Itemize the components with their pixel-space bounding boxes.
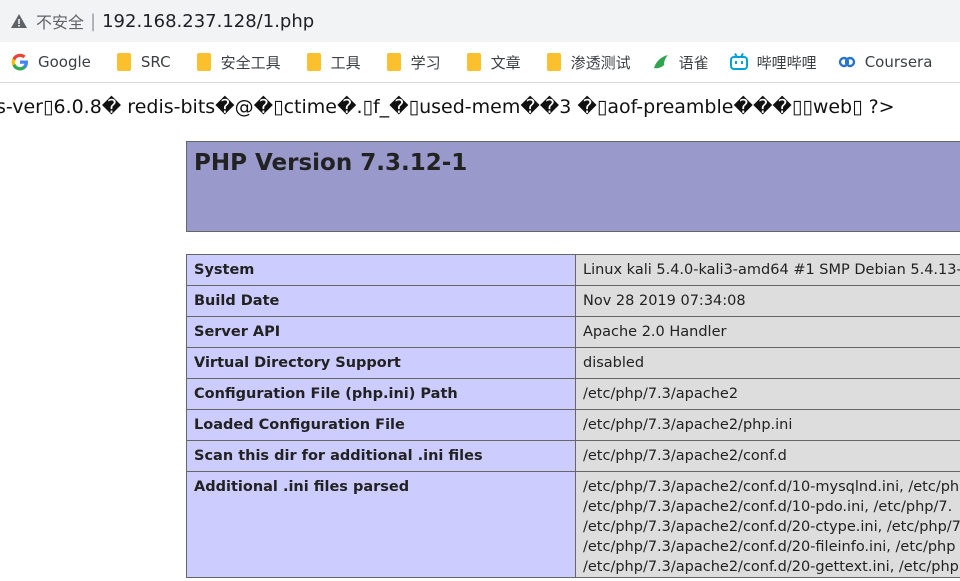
bookmark-label: 文章 xyxy=(490,53,521,72)
info-key: Scan this dir for additional .ini files xyxy=(186,440,576,472)
bookmark-folder-study[interactable]: 学习 xyxy=(381,52,441,73)
info-key: System xyxy=(186,254,576,286)
table-row: Scan this dir for additional .ini files … xyxy=(186,440,960,472)
ini-file-line: /etc/php/7.3/apache2/conf.d/20-gettext.i… xyxy=(583,559,959,575)
info-key: Loaded Configuration File xyxy=(186,409,576,441)
bookmark-label: 渗透测试 xyxy=(570,53,631,72)
bookmark-folder-tools[interactable]: 工具 xyxy=(301,52,361,73)
bookmark-label: Google xyxy=(38,53,91,71)
folder-icon xyxy=(116,53,131,71)
php-info-table: System Linux kali 5.4.0-kali3-amd64 #1 S… xyxy=(186,254,960,578)
google-icon xyxy=(11,53,28,71)
table-row: Loaded Configuration File /etc/php/7.3/a… xyxy=(186,409,960,441)
folder-icon xyxy=(466,53,481,71)
folder-icon xyxy=(306,53,321,71)
ini-file-line: /etc/php/7.3/apache2/conf.d/20-ctype.ini… xyxy=(583,519,960,535)
info-key: Server API xyxy=(186,316,576,348)
address-bar[interactable]: 不安全 | 192.168.237.128/1.php xyxy=(0,0,960,42)
info-value: Apache 2.0 Handler xyxy=(575,316,960,348)
info-value: /etc/php/7.3/apache2/conf.d xyxy=(575,440,960,472)
ini-file-line: /etc/php/7.3/apache2/conf.d/10-pdo.ini, … xyxy=(583,499,953,515)
php-version-title: PHP Version 7.3.12-1 xyxy=(194,150,468,176)
yuque-icon xyxy=(653,55,668,69)
bookmark-label: 语雀 xyxy=(678,53,709,72)
table-row: Build Date Nov 28 2019 07:34:08 xyxy=(186,285,960,317)
info-key: Build Date xyxy=(186,285,576,317)
warning-icon[interactable] xyxy=(10,12,28,30)
security-status[interactable]: 不安全 xyxy=(36,9,84,33)
bookmark-folder-pentest[interactable]: 渗透测试 xyxy=(541,52,631,73)
address-separator: | xyxy=(90,10,97,32)
bookmark-label: 学习 xyxy=(410,53,441,72)
bookmark-folder-articles[interactable]: 文章 xyxy=(461,52,521,73)
bookmark-google[interactable]: Google xyxy=(10,52,91,72)
table-row: Server API Apache 2.0 Handler xyxy=(186,316,960,348)
php-version-header: PHP Version 7.3.12-1 xyxy=(186,141,960,232)
bookmark-label: 安全工具 xyxy=(220,53,281,72)
info-value: Linux kali 5.4.0-kali3-amd64 #1 SMP Debi… xyxy=(575,254,960,286)
bookmark-label: 哔哩哔哩 xyxy=(756,53,817,72)
info-value: disabled xyxy=(575,347,960,379)
redis-dump-text: s-ver▯6.0.8� redis-bits�@�▯ctime�.▯f_�▯u… xyxy=(0,96,895,118)
bookmark-yuque[interactable]: 语雀 xyxy=(651,52,709,73)
info-value: Nov 28 2019 07:34:08 xyxy=(575,285,960,317)
bookmark-bilibili[interactable]: 哔哩哔哩 xyxy=(729,52,817,73)
bookmark-folder-src[interactable]: SRC xyxy=(111,53,171,71)
table-row: Additional .ini files parsed /etc/php/7.… xyxy=(186,471,960,578)
ini-file-line: /etc/php/7.3/apache2/conf.d/20-fileinfo.… xyxy=(583,539,956,555)
coursera-icon xyxy=(838,56,855,68)
bookmark-label: 工具 xyxy=(330,53,361,72)
bookmark-coursera[interactable]: Coursera xyxy=(837,52,933,72)
bookmarks-bar: Google SRC 安全工具 工具 学习 文章 渗透测试 语雀 哔哩哔哩 Co… xyxy=(0,42,960,83)
folder-icon xyxy=(196,53,211,71)
bookmark-label: Coursera xyxy=(864,53,933,71)
table-row: Configuration File (php.ini) Path /etc/p… xyxy=(186,378,960,410)
info-key: Virtual Directory Support xyxy=(186,347,576,379)
info-value: /etc/php/7.3/apache2/conf.d/10-mysqlnd.i… xyxy=(575,471,960,578)
table-row: System Linux kali 5.4.0-kali3-amd64 #1 S… xyxy=(186,254,960,286)
folder-icon xyxy=(546,53,561,71)
url-text[interactable]: 192.168.237.128/1.php xyxy=(102,11,314,32)
info-key: Additional .ini files parsed xyxy=(186,471,576,578)
bilibili-icon xyxy=(729,53,748,70)
info-value: /etc/php/7.3/apache2/php.ini xyxy=(575,409,960,441)
folder-icon xyxy=(386,53,401,71)
table-row: Virtual Directory Support disabled xyxy=(186,347,960,379)
ini-file-line: /etc/php/7.3/apache2/conf.d/10-mysqlnd.i… xyxy=(583,479,960,495)
info-key: Configuration File (php.ini) Path xyxy=(186,378,576,410)
bookmark-label: SRC xyxy=(140,53,171,71)
info-value: /etc/php/7.3/apache2 xyxy=(575,378,960,410)
bookmark-folder-security-tools[interactable]: 安全工具 xyxy=(191,52,281,73)
